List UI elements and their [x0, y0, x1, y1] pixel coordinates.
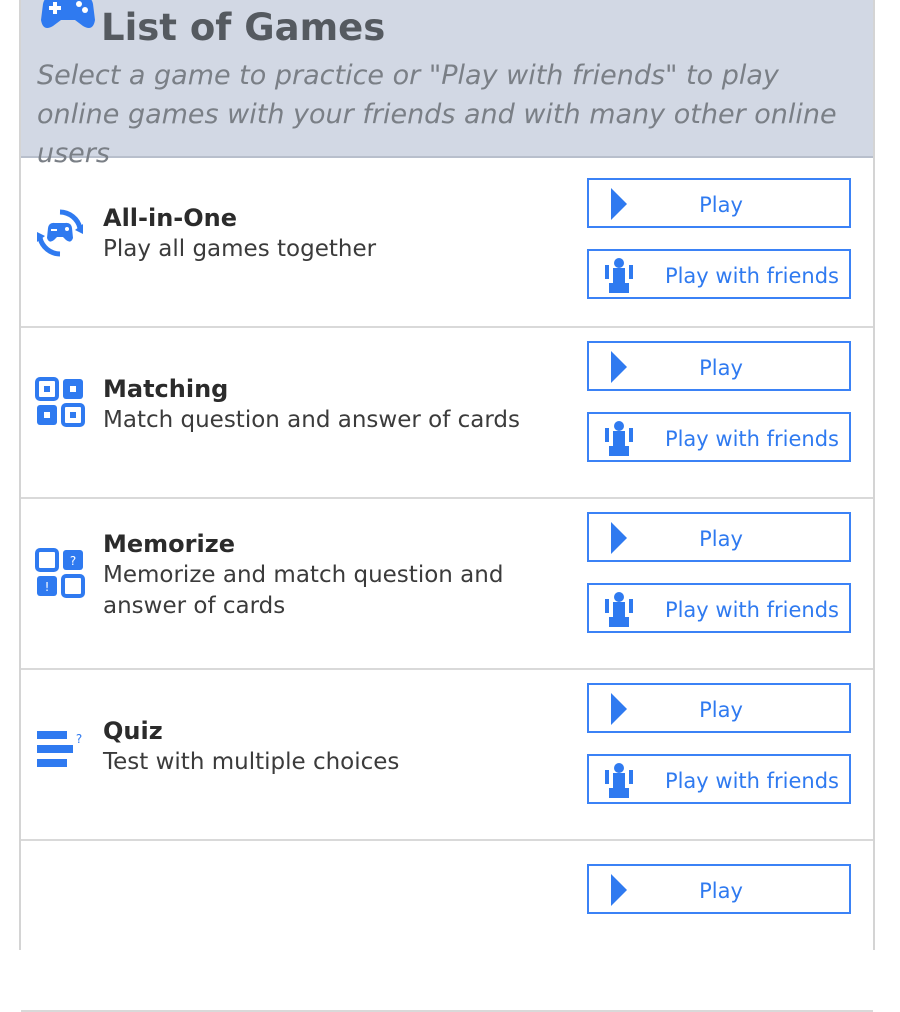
friends-icon	[605, 763, 633, 798]
game-description: Test with multiple choices	[103, 749, 400, 775]
memorize-grid-icon: ? !	[35, 548, 85, 598]
play-button[interactable]: Play	[587, 864, 851, 914]
play-with-friends-button[interactable]: Play with friends	[587, 583, 851, 633]
svg-text:!: !	[45, 580, 50, 594]
game-description: Play all games together	[103, 236, 377, 262]
game-description: Memorize and match question and answer o…	[103, 562, 504, 619]
page-title: List of Games	[101, 6, 386, 49]
play-with-friends-label: Play with friends	[664, 598, 839, 622]
game-title: Memorize	[103, 530, 235, 558]
svg-text:?: ?	[76, 732, 82, 746]
play-with-friends-button[interactable]: Play with friends	[587, 412, 851, 462]
gamepad-icon	[41, 0, 95, 28]
game-row-quiz: ? Quiz Test with multiple choices Play P…	[21, 669, 873, 841]
svg-text:?: ?	[70, 554, 76, 568]
game-title: Matching	[103, 375, 229, 403]
game-row-matching: Matching Match question and answer of ca…	[21, 327, 873, 499]
play-button[interactable]: Play	[587, 341, 851, 391]
play-button-label: Play	[699, 356, 743, 380]
play-button[interactable]: Play	[587, 512, 851, 562]
play-with-friends-button[interactable]: Play with friends	[587, 249, 851, 299]
game-row-all-in-one: All-in-One Play all games together Play …	[21, 156, 873, 328]
play-button[interactable]: Play	[587, 683, 851, 733]
play-button-label: Play	[699, 698, 743, 722]
play-with-friends-label: Play with friends	[664, 264, 839, 288]
play-with-friends-label: Play with friends	[664, 427, 839, 451]
play-with-friends-button[interactable]: Play with friends	[587, 754, 851, 804]
matching-grid-icon	[35, 377, 85, 427]
friends-icon	[605, 592, 633, 627]
game-row-memorize: ? ! Memorize Memorize and match question…	[21, 498, 873, 670]
play-button-label: Play	[699, 879, 743, 903]
quiz-list-icon: ?	[37, 731, 82, 767]
gamepad-cycle-icon	[37, 209, 83, 257]
play-button-label: Play	[699, 527, 743, 551]
friends-icon	[605, 258, 633, 293]
game-row-partial: Play	[21, 840, 873, 1012]
play-with-friends-label: Play with friends	[664, 769, 839, 793]
play-button[interactable]: Play	[587, 178, 851, 228]
game-title: Quiz	[103, 717, 163, 745]
game-title: All-in-One	[103, 204, 238, 232]
games-panel: List of Games Select a game to practice …	[19, 0, 875, 1012]
friends-icon	[605, 421, 633, 456]
game-description: Match question and answer of cards	[103, 407, 520, 433]
play-button-label: Play	[699, 193, 743, 217]
games-header: List of Games Select a game to practice …	[21, 0, 873, 169]
